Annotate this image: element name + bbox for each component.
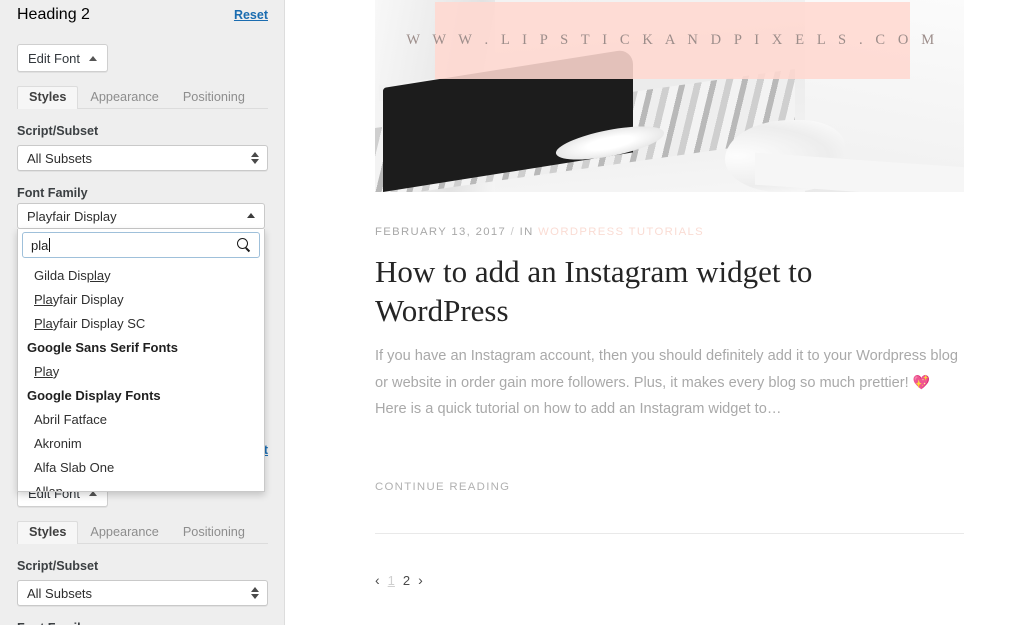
script-subset-select[interactable]: All Subsets (17, 145, 268, 171)
heading2-section: Heading 2 Reset Edit Font Styles Appeara… (0, 6, 284, 207)
font-group-header: Google Sans Serif Fonts (27, 340, 178, 355)
stepper-icon (251, 152, 259, 164)
font-search-input[interactable]: pla (31, 237, 237, 253)
chevron-left-icon[interactable]: ‹ (375, 572, 380, 588)
font-option[interactable]: Allan (18, 480, 264, 491)
tab-positioning[interactable]: Positioning (171, 86, 257, 109)
continue-reading-link[interactable]: CONTINUE READING (375, 481, 510, 493)
font-search-row[interactable]: pla (22, 232, 260, 258)
style-tabs: Styles Appearance Positioning (17, 83, 268, 109)
content-divider (375, 533, 964, 534)
post-category-link[interactable]: WORDPRESS TUTORIALS (538, 226, 704, 238)
reset-link[interactable]: Reset (234, 8, 268, 22)
script-subset-value: All Subsets (27, 150, 93, 166)
font-option[interactable]: Abril Fatface (18, 408, 264, 432)
watermark-band: W W W . L I P S T I C K A N D P I X E L … (406, 2, 934, 79)
font-option[interactable]: Akronim (18, 432, 264, 456)
font-option[interactable]: Play (18, 360, 264, 384)
tab-positioning-2[interactable]: Positioning (171, 521, 257, 544)
font-option[interactable]: Playfair Display (18, 288, 264, 312)
font-option-list: Gilda Display Playfair Display Playfair Di… (18, 262, 264, 491)
tab-appearance-2[interactable]: Appearance (78, 521, 170, 544)
font-option[interactable]: Playfair Display SC (18, 312, 264, 336)
style-tabs-2: Styles Appearance Positioning (17, 518, 268, 544)
page-1-link[interactable]: 1 (388, 573, 395, 588)
script-subset-label-2: Script/Subset (17, 559, 99, 573)
font-family-dropdown: pla Gilda Display Playfair Display Playfai… (17, 229, 265, 492)
customizer-sidebar: Heading 2 Reset Edit Font Styles Appeara… (0, 0, 285, 625)
search-icon[interactable] (237, 238, 251, 252)
chevron-right-icon[interactable]: › (418, 572, 423, 588)
script-subset-select-2[interactable]: All Subsets (17, 580, 268, 606)
text-cursor (49, 237, 51, 252)
font-group-header: Google Display Fonts (27, 388, 161, 403)
font-family-label: Font Family (17, 186, 88, 200)
page-2-link[interactable]: 2 (403, 573, 410, 588)
site-preview: W W W . L I P S T I C K A N D P I X E L … (285, 0, 1024, 625)
excerpt-text-1: If you have an Instagram account, then y… (375, 348, 959, 391)
post-date: FEBRUARY 13, 2017 (375, 226, 507, 238)
caret-up-icon (89, 55, 98, 61)
font-option[interactable]: Gilda Display (18, 264, 264, 288)
stepper-icon-2 (251, 587, 259, 599)
script-subset-value-2: All Subsets (27, 585, 93, 601)
excerpt-text-2: Here is a quick tutorial on how to add a… (375, 401, 782, 417)
page-title: Heading 2 (17, 6, 90, 23)
caret-up-icon-combo (247, 213, 255, 218)
tab-styles-2[interactable]: Styles (17, 521, 79, 544)
post-title[interactable]: How to add an Instagram widget to WordPr… (375, 252, 875, 330)
watermark-text: W W W . L I P S T I C K A N D P I X E L … (406, 32, 939, 48)
meta-separator: / (510, 226, 516, 238)
meta-in-label: IN (519, 226, 534, 238)
font-family-combo[interactable]: Playfair Display (17, 203, 265, 229)
featured-image[interactable]: W W W . L I P S T I C K A N D P I X E L … (375, 0, 964, 192)
screen-root: Heading 2 Reset Edit Font Styles Appeara… (0, 0, 1024, 625)
tab-appearance[interactable]: Appearance (78, 86, 170, 109)
script-subset-label: Script/Subset (17, 124, 99, 138)
font-option[interactable]: Alfa Slab One (18, 456, 264, 480)
font-family-value[interactable]: Playfair Display (18, 204, 264, 228)
post-excerpt: If you have an Instagram account, then y… (375, 343, 960, 422)
edit-font-button[interactable]: Edit Font (17, 44, 109, 72)
sparkling-heart-icon: 💖 (912, 374, 931, 390)
post-meta: FEBRUARY 13, 2017 / IN WORDPRESS TUTORIA… (375, 226, 704, 238)
font-family-label-2: Font Family (17, 621, 268, 625)
tab-styles[interactable]: Styles (17, 86, 79, 109)
font-search-value: pla (31, 237, 49, 253)
section-header: Heading 2 Reset (17, 6, 268, 36)
edit-font-label: Edit Font (28, 50, 81, 66)
pagination: ‹ 1 2 › (375, 572, 423, 588)
